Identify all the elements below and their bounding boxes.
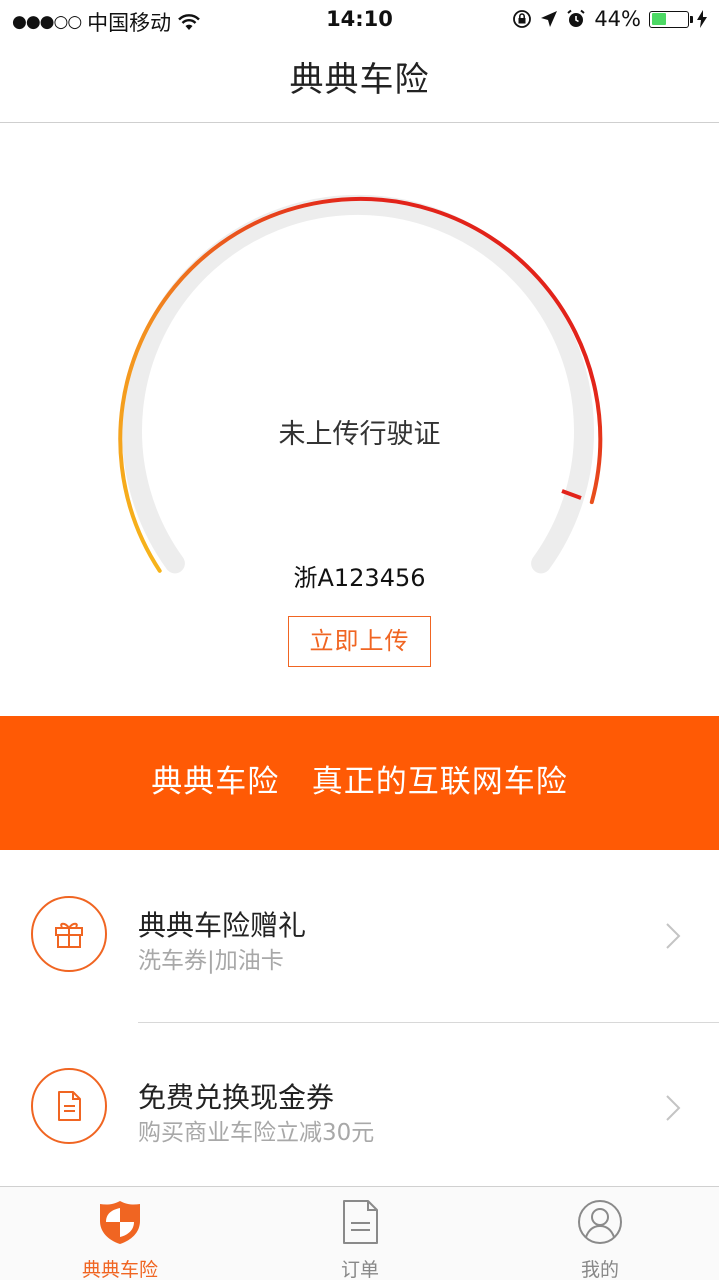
tab-orders[interactable]: 订单 [240, 1187, 480, 1281]
tab-label: 订单 [340, 1259, 379, 1281]
list-item-subtitle: 洗车券|加油卡 [138, 948, 284, 974]
navigation-bar: 典典车险 [0, 40, 719, 123]
list-item-title: 免费兑换现金券 [138, 1081, 335, 1114]
banner-text: 典典车险 真正的互联网车险 [151, 764, 568, 800]
list-item-subtitle: 购买商业车险立减30元 [138, 1120, 375, 1146]
gift-icon-badge [31, 896, 107, 972]
tab-bar: 典典车险 订单 我的 [0, 1186, 719, 1281]
document-icon-badge [31, 1068, 107, 1144]
battery-percent: 44% [594, 7, 641, 31]
tab-label: 典典车险 [81, 1259, 158, 1281]
tab-home[interactable]: 典典车险 [0, 1187, 240, 1281]
status-bar: ●●●○○ 中国移动 14:10 44% [0, 0, 719, 40]
gauge-ring [118, 194, 603, 574]
gauge-section: 未上传行驶证 浙A123456 立即上传 [0, 124, 719, 716]
gauge-progress-arc [118, 197, 603, 573]
plate-number: 浙A123456 [293, 564, 426, 592]
page-title: 典典车险 [289, 60, 430, 100]
license-status-text: 未上传行驶证 [278, 419, 441, 450]
profile-icon [578, 1200, 622, 1244]
battery-icon [649, 10, 693, 28]
chevron-right-icon [666, 923, 681, 949]
tab-label: 我的 [580, 1259, 619, 1281]
chevron-right-icon [666, 1095, 681, 1121]
promo-banner[interactable]: 典典车险 真正的互联网车险 [0, 716, 719, 850]
upload-now-button[interactable]: 立即上传 [288, 616, 431, 667]
charging-bolt-icon [697, 10, 707, 28]
list-item-gift[interactable]: 典典车险赠礼 洗车券|加油卡 [0, 850, 719, 1022]
gift-icon [55, 922, 83, 948]
tab-profile[interactable]: 我的 [480, 1187, 719, 1281]
list-item-voucher[interactable]: 免费兑换现金券 购买商业车险立减30元 [0, 1023, 719, 1195]
location-arrow-icon [541, 11, 558, 27]
order-document-icon [343, 1200, 378, 1244]
shield-icon [100, 1201, 140, 1244]
list-item-title: 典典车险赠礼 [138, 909, 307, 942]
document-icon [58, 1091, 81, 1121]
orientation-lock-icon [513, 10, 532, 28]
alarm-icon [567, 9, 585, 27]
